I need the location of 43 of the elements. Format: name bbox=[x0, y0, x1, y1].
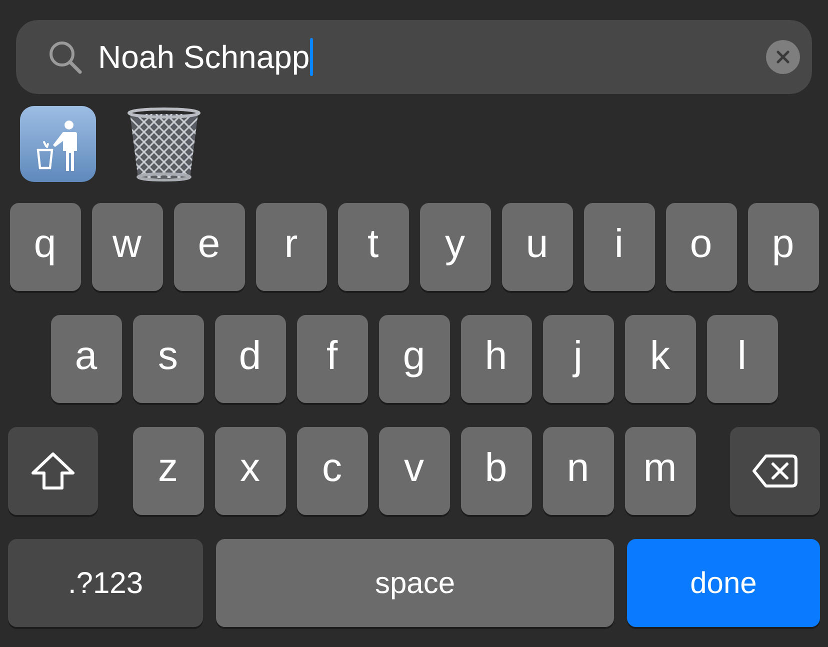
search-query: Noah Schnapp bbox=[98, 38, 310, 77]
letter-key[interactable]: u bbox=[502, 203, 572, 291]
letter-key[interactable]: l bbox=[706, 315, 778, 403]
letter-key[interactable]: c bbox=[296, 427, 368, 515]
text-cursor-icon bbox=[310, 38, 313, 76]
letter-key[interactable]: g bbox=[378, 315, 450, 403]
space-key[interactable]: space bbox=[216, 539, 614, 627]
search-icon bbox=[48, 40, 82, 74]
letter-key[interactable]: z bbox=[132, 427, 204, 515]
wastebasket-icon bbox=[126, 106, 202, 182]
letter-key[interactable]: h bbox=[460, 315, 532, 403]
letter-key[interactable]: m bbox=[624, 427, 696, 515]
close-icon bbox=[776, 50, 790, 64]
letter-key[interactable]: s bbox=[132, 315, 204, 403]
letter-key[interactable]: d bbox=[214, 315, 286, 403]
backspace-icon bbox=[752, 454, 798, 488]
done-button[interactable]: done bbox=[627, 539, 820, 627]
letter-key[interactable]: o bbox=[666, 203, 736, 291]
letter-key[interactable]: a bbox=[50, 315, 122, 403]
letter-key[interactable]: e bbox=[174, 203, 244, 291]
letter-key[interactable]: v bbox=[378, 427, 450, 515]
letter-key[interactable]: k bbox=[624, 315, 696, 403]
letter-key[interactable]: j bbox=[542, 315, 614, 403]
letter-key[interactable]: t bbox=[338, 203, 408, 291]
letter-key[interactable]: q bbox=[10, 203, 80, 291]
letter-key[interactable]: f bbox=[296, 315, 368, 403]
delete-key[interactable] bbox=[730, 427, 820, 515]
letter-key[interactable]: y bbox=[420, 203, 490, 291]
shift-icon bbox=[31, 452, 75, 490]
clear-button[interactable] bbox=[766, 40, 800, 74]
letter-key[interactable]: n bbox=[542, 427, 614, 515]
letter-key[interactable]: b bbox=[460, 427, 532, 515]
emoji-suggestion[interactable] bbox=[20, 106, 96, 182]
letter-key[interactable]: p bbox=[748, 203, 818, 291]
letter-key[interactable]: w bbox=[92, 203, 162, 291]
search-field[interactable]: Noah Schnapp bbox=[16, 20, 812, 94]
numbers-key[interactable]: .?123 bbox=[8, 539, 203, 627]
shift-key[interactable] bbox=[8, 427, 98, 515]
letter-key[interactable]: r bbox=[256, 203, 326, 291]
letter-key[interactable]: i bbox=[584, 203, 654, 291]
person-with-bin-icon bbox=[20, 106, 96, 182]
emoji-suggestion[interactable] bbox=[126, 106, 202, 182]
letter-key[interactable]: x bbox=[214, 427, 286, 515]
